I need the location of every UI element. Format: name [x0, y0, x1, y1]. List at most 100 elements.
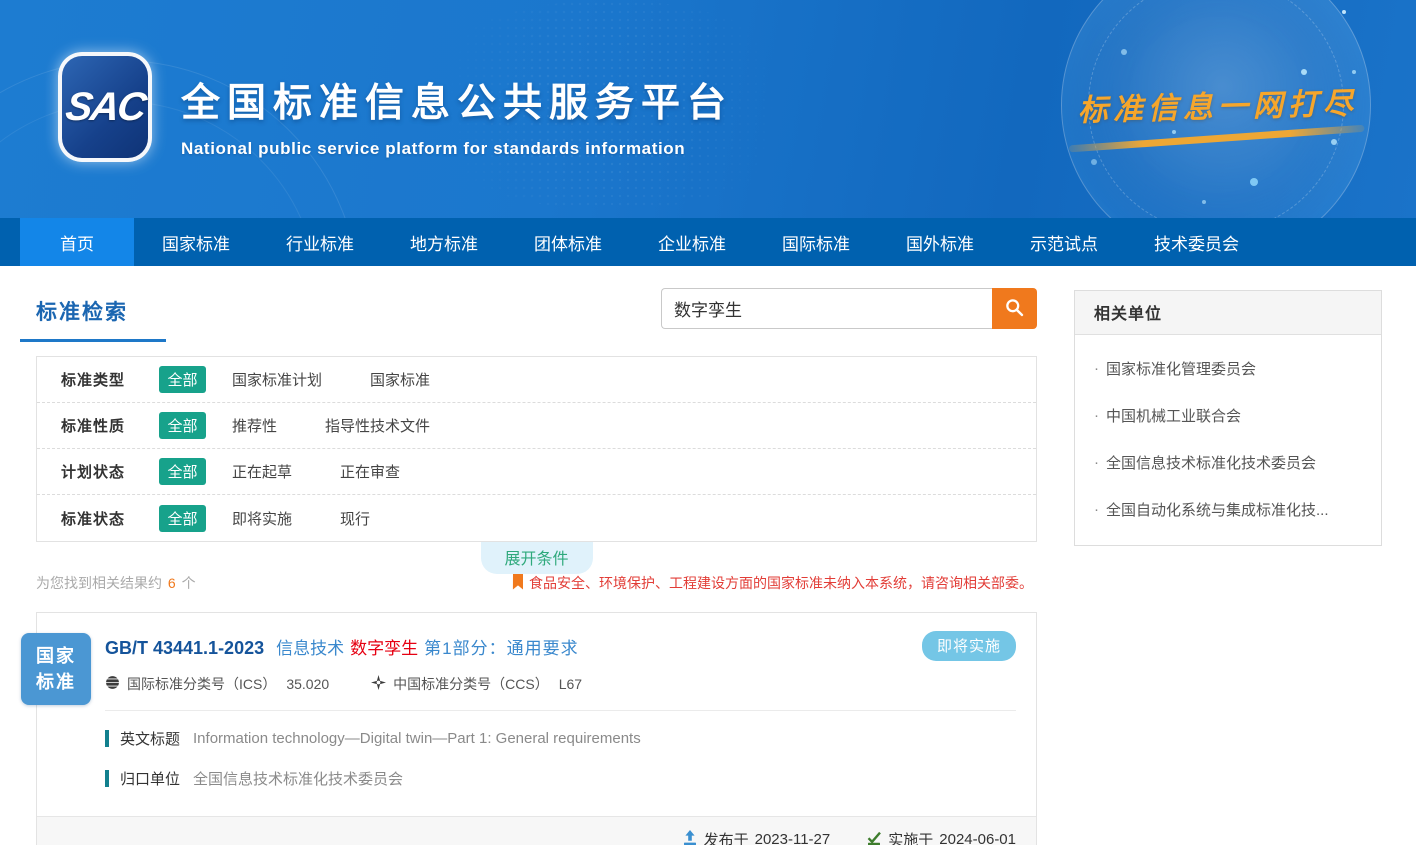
- sac-logo[interactable]: SAC: [58, 52, 152, 162]
- filter-option[interactable]: 国家标准: [370, 369, 430, 390]
- filter-all-button[interactable]: 全部: [159, 366, 206, 393]
- sidebar-item-label: 国家标准化管理委员会: [1106, 358, 1256, 379]
- nav-item-national-standards[interactable]: 国家标准: [134, 218, 258, 266]
- filter-row-standard-status: 标准状态 全部 即将实施 现行: [37, 495, 1036, 541]
- filter-all-button[interactable]: 全部: [159, 458, 206, 485]
- filter-row-standard-nature: 标准性质 全部 推荐性 指导性技术文件: [37, 403, 1036, 449]
- filter-options: 即将实施 现行: [232, 508, 370, 529]
- filter-row-standard-type: 标准类型 全部 国家标准计划 国家标准: [37, 357, 1036, 403]
- bullet: ·: [1094, 360, 1099, 377]
- published-date: 2023-11-27: [755, 831, 831, 845]
- related-units-panel: 相关单位 ·国家标准化管理委员会 ·中国机械工业联合会 ·全国信息技术标准化技术…: [1074, 290, 1382, 546]
- search-button[interactable]: [992, 288, 1037, 329]
- card-fields: 英文标题 Information technology—Digital twin…: [105, 711, 1016, 812]
- search-box: [661, 288, 1037, 329]
- site-title-block: 全国标准信息公共服务平台 National public service pla…: [181, 72, 733, 159]
- main-column: 标准检索 标准类型 全部 国: [36, 290, 1037, 845]
- standard-title-part2: 第1部分：通用要求: [424, 639, 578, 658]
- filter-option[interactable]: 现行: [340, 508, 370, 529]
- standard-code-link[interactable]: GB/T 43441.1-2023: [105, 638, 264, 659]
- ics-group: 国际标准分类号（ICS） 35.020: [105, 674, 329, 694]
- filter-options: 正在起草 正在审查: [232, 461, 400, 482]
- card-body: GB/T 43441.1-2023 信息技术数字孪生第1部分：通用要求 即将实施…: [37, 613, 1036, 812]
- sidebar-item-label: 中国机械工业联合会: [1106, 405, 1241, 426]
- nav-item-enterprise-standards[interactable]: 企业标准: [630, 218, 754, 266]
- filter-option[interactable]: 国家标准计划: [232, 369, 322, 390]
- result-card: 国家 标准 GB/T 43441.1-2023 信息技术数字孪生第1部分：通用要…: [36, 612, 1037, 845]
- related-units-list: ·国家标准化管理委员会 ·中国机械工业联合会 ·全国信息技术标准化技术委员会 ·…: [1075, 335, 1381, 545]
- badge-line1: 国家: [36, 643, 76, 669]
- field-bar: [105, 730, 109, 747]
- filter-all-button[interactable]: 全部: [159, 505, 206, 532]
- filter-all-button[interactable]: 全部: [159, 412, 206, 439]
- section-title-wrap: 标准检索: [36, 290, 128, 342]
- field-value: 全国信息技术标准化技术委员会: [193, 768, 403, 789]
- filter-options: 国家标准计划 国家标准: [232, 369, 430, 390]
- field-bar: [105, 770, 109, 787]
- status-badge: 即将实施: [922, 631, 1016, 661]
- sidebar-item-label: 全国自动化系统与集成标准化技...: [1106, 499, 1329, 520]
- nav-item-industry-standards[interactable]: 行业标准: [258, 218, 382, 266]
- filter-label: 标准性质: [61, 415, 159, 436]
- filter-label: 计划状态: [61, 461, 159, 482]
- bookmark-icon: [512, 574, 529, 593]
- content: 标准检索 标准类型 全部 国: [0, 266, 1416, 845]
- check-icon: [866, 830, 888, 845]
- card-title-row: GB/T 43441.1-2023 信息技术数字孪生第1部分：通用要求 即将实施: [105, 634, 1016, 659]
- nav-item-international-standards[interactable]: 国际标准: [754, 218, 878, 266]
- notice-text: 食品安全、环境保护、工程建设方面的国家标准未纳入本系统，请咨询相关部委。: [529, 573, 1033, 593]
- nav-item-home[interactable]: 首页: [20, 218, 134, 266]
- filter-option[interactable]: 推荐性: [232, 415, 277, 436]
- filter-options: 推荐性 指导性技术文件: [232, 415, 430, 436]
- filter-option[interactable]: 正在审查: [340, 461, 400, 482]
- site-subtitle: National public service platform for sta…: [181, 139, 733, 159]
- results-count-suffix: 个: [182, 575, 196, 591]
- sidebar-item-itstc[interactable]: ·全国信息技术标准化技术委员会: [1075, 439, 1381, 486]
- ccs-group: 中国标准分类号（CCS） L67: [371, 674, 582, 694]
- bullet: ·: [1094, 501, 1099, 518]
- search-icon: [1004, 297, 1025, 321]
- ics-value: 35.020: [286, 676, 329, 692]
- nav-item-technical-committee[interactable]: 技术委员会: [1126, 218, 1267, 266]
- filter-panel: 标准类型 全部 国家标准计划 国家标准 标准性质 全部 推荐性 指导性技术文件: [36, 356, 1037, 542]
- ccs-label: 中国标准分类号（CCS）: [393, 674, 549, 694]
- nav-item-pilot[interactable]: 示范试点: [1002, 218, 1126, 266]
- results-count: 为您找到相关结果约 6 个: [36, 573, 196, 593]
- site-header: SAC 全国标准信息公共服务平台 National public service…: [0, 0, 1416, 218]
- published-date-group: 发布于 2023-11-27: [682, 829, 831, 845]
- expand-conditions-button[interactable]: 展开条件: [481, 542, 593, 574]
- filter-option[interactable]: 即将实施: [232, 508, 292, 529]
- implemented-label: 实施于: [888, 829, 933, 845]
- sidebar-item-sac[interactable]: · 国家标准化管理委员会: [1075, 345, 1381, 392]
- filter-label: 标准状态: [61, 508, 159, 529]
- notice: 食品安全、环境保护、工程建设方面的国家标准未纳入本系统，请咨询相关部委。: [512, 573, 1033, 593]
- nav-item-group-standards[interactable]: 团体标准: [506, 218, 630, 266]
- sidebar-item-automation[interactable]: · 全国自动化系统与集成标准化技...: [1075, 486, 1381, 533]
- implemented-date-group: 实施于 2024-06-01: [866, 829, 1016, 845]
- field-label: 归口单位: [120, 768, 180, 789]
- published-label: 发布于: [704, 829, 749, 845]
- search-input[interactable]: [661, 288, 992, 329]
- filter-row-plan-status: 计划状态 全部 正在起草 正在审查: [37, 449, 1036, 495]
- standard-title-part1: 信息技术: [276, 639, 344, 658]
- site-title: 全国标准信息公共服务平台: [181, 72, 733, 128]
- standard-title-highlight: 数字孪生: [350, 639, 418, 658]
- ccs-value: L67: [559, 676, 582, 692]
- sidebar-item-cmif[interactable]: ·中国机械工业联合会: [1075, 392, 1381, 439]
- nav-item-local-standards[interactable]: 地方标准: [382, 218, 506, 266]
- page-title: 标准检索: [36, 301, 128, 324]
- ics-label: 国际标准分类号（ICS）: [127, 674, 276, 694]
- badge-line2: 标准: [36, 669, 76, 695]
- compass-icon: [371, 675, 393, 693]
- globe-icon: [105, 675, 127, 693]
- nav-item-foreign-standards[interactable]: 国外标准: [878, 218, 1002, 266]
- sidebar-item-label: 全国信息技术标准化技术委员会: [1106, 452, 1316, 473]
- implemented-date: 2024-06-01: [939, 831, 1016, 845]
- field-row-english-title: 英文标题 Information technology—Digital twin…: [105, 728, 1016, 749]
- search-row: 标准检索: [36, 290, 1037, 356]
- results-count-prefix: 为您找到相关结果约: [36, 575, 162, 591]
- filter-option[interactable]: 指导性技术文件: [325, 415, 430, 436]
- page: SAC 全国标准信息公共服务平台 National public service…: [0, 0, 1416, 845]
- standard-title-link[interactable]: 信息技术数字孪生第1部分：通用要求: [276, 634, 578, 659]
- filter-option[interactable]: 正在起草: [232, 461, 292, 482]
